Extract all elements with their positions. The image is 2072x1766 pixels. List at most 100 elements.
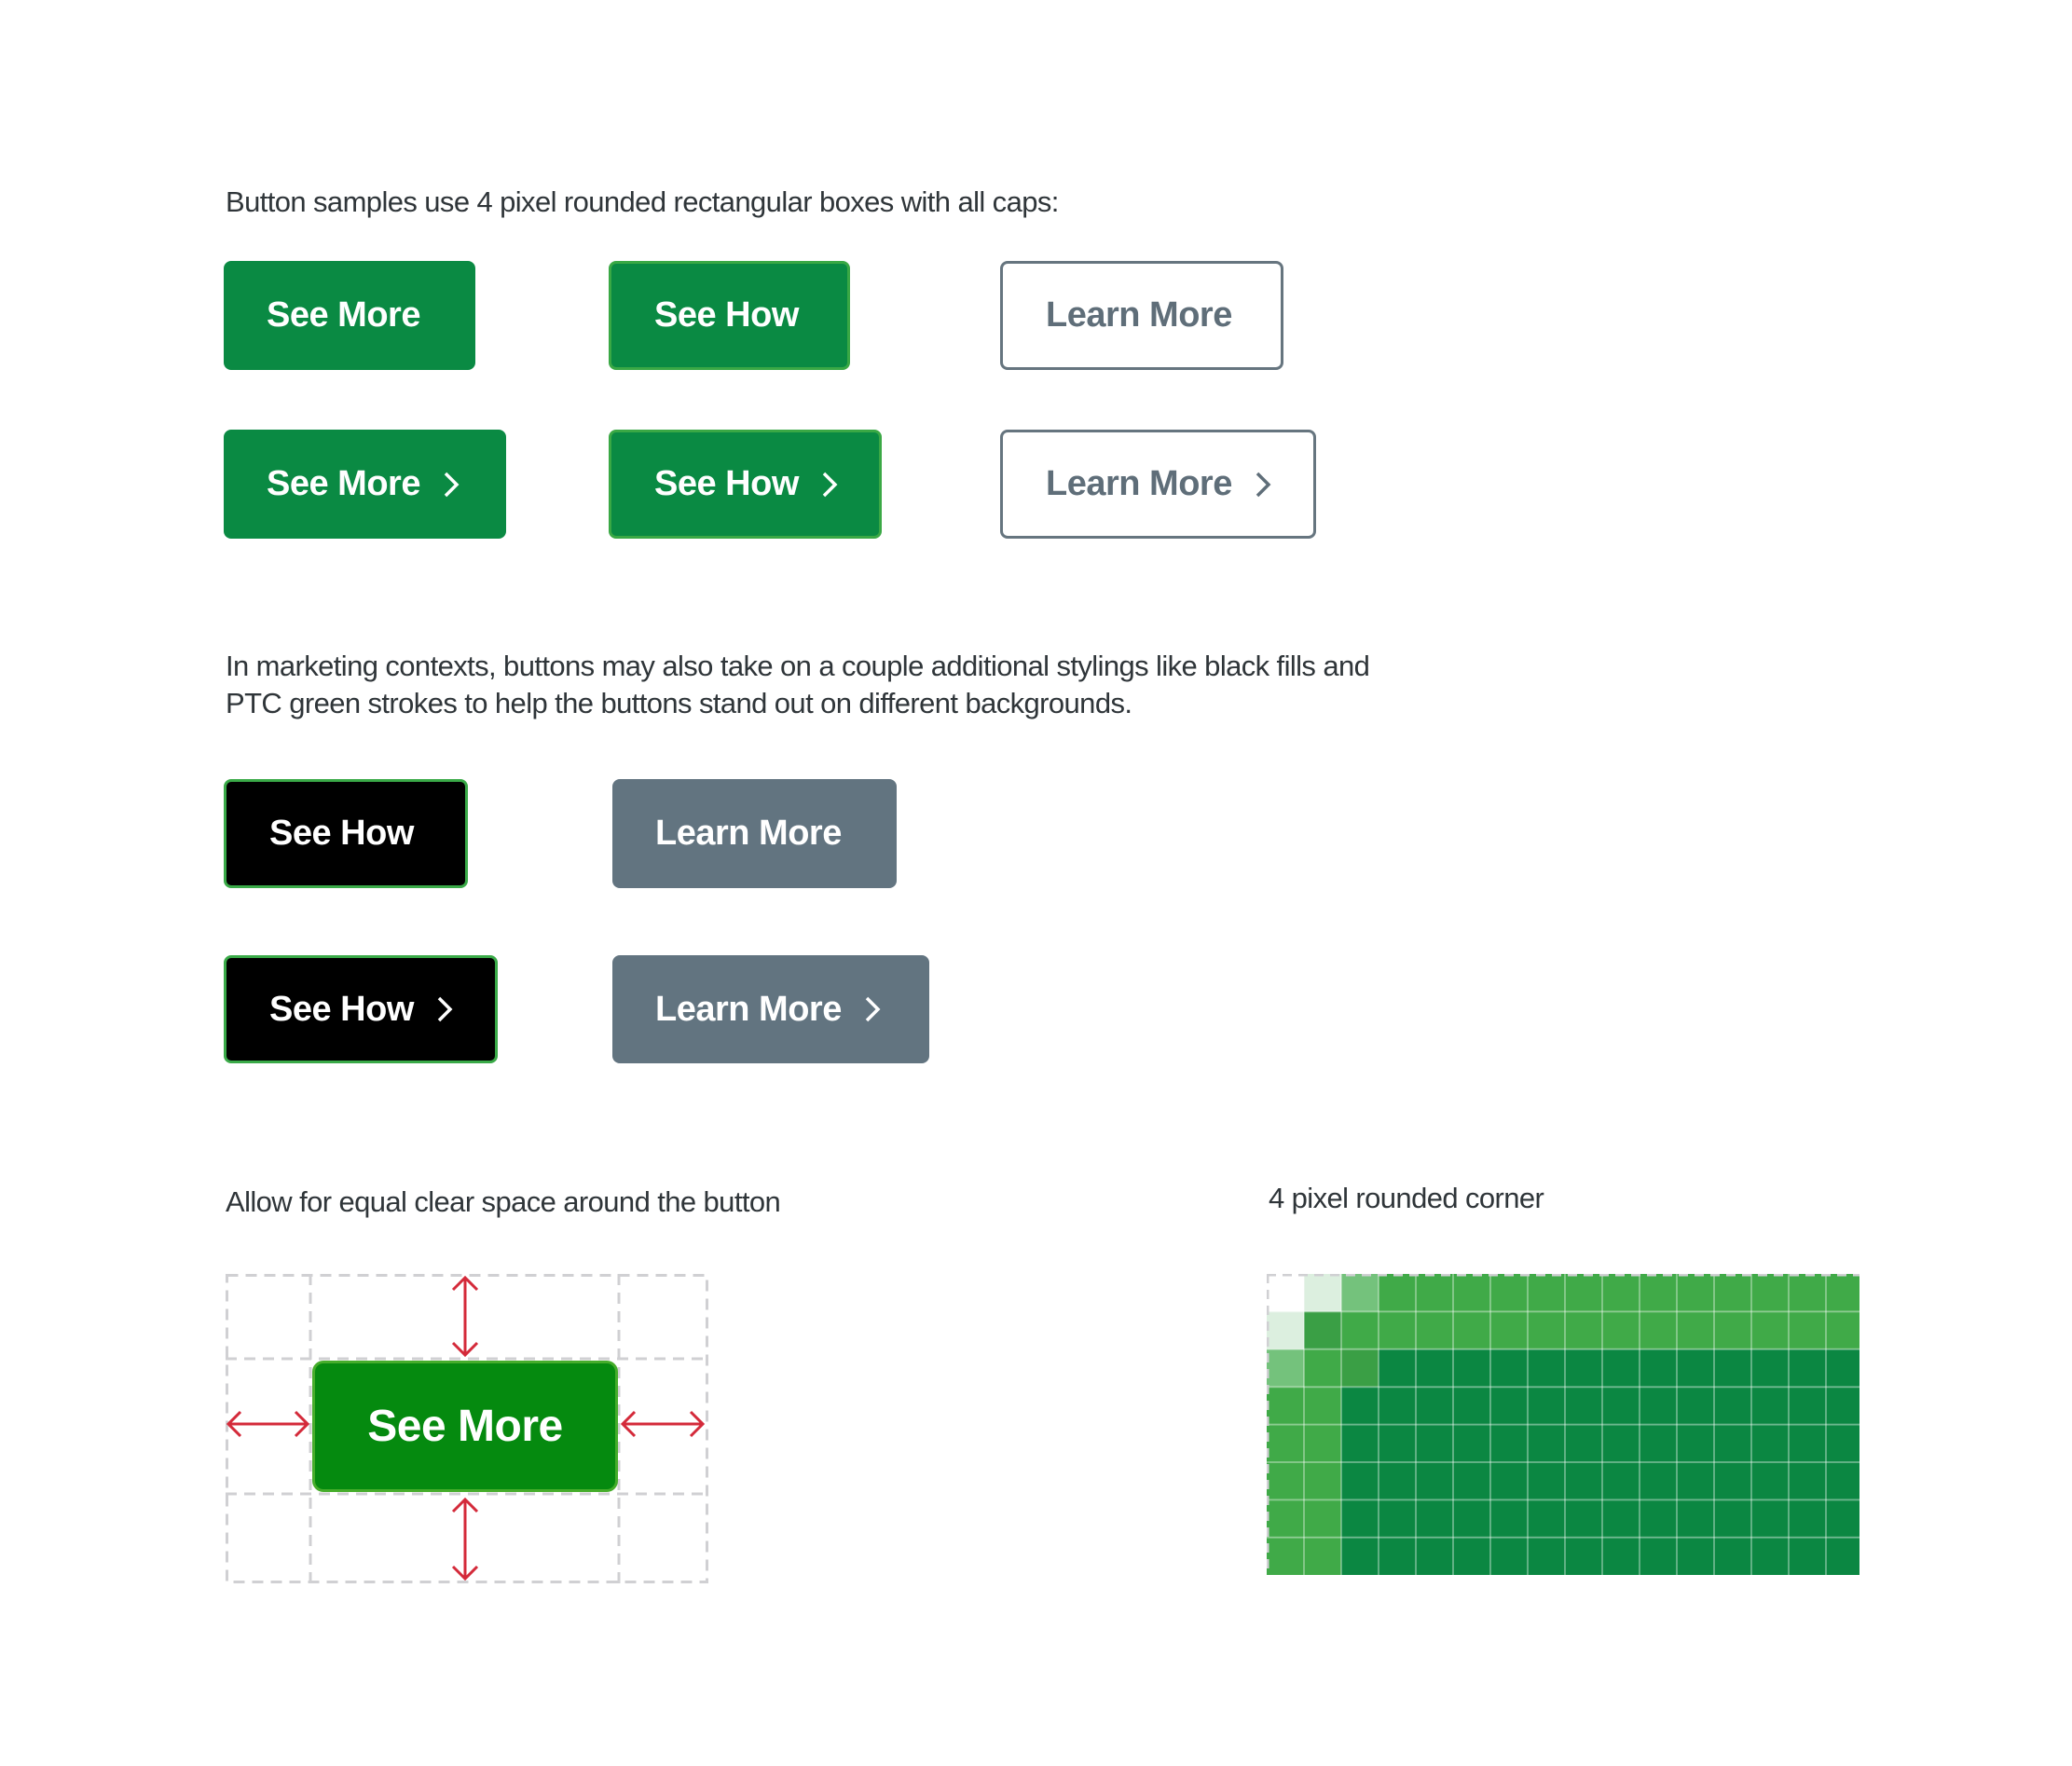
pixel-cell bbox=[1751, 1387, 1789, 1425]
pixel-cell bbox=[1304, 1348, 1341, 1388]
pixel-cell bbox=[1267, 1462, 1304, 1500]
pixel-cell bbox=[1304, 1462, 1341, 1500]
see-how-black-chevron-button[interactable]: See How bbox=[224, 955, 498, 1063]
chevron-right-icon bbox=[434, 995, 455, 1023]
pixel-cell bbox=[1528, 1348, 1565, 1388]
arrow-top-icon bbox=[451, 1275, 479, 1358]
pixel-cell bbox=[1416, 1537, 1453, 1575]
button-label: See More bbox=[367, 1402, 563, 1451]
pixel-cell bbox=[1826, 1311, 1859, 1349]
button-label: See How bbox=[654, 295, 799, 335]
pixel-cell bbox=[1640, 1274, 1677, 1312]
see-how-chevron-button[interactable]: See How bbox=[609, 430, 882, 539]
rounded-corner-caption: 4 pixel rounded corner bbox=[1269, 1182, 1544, 1214]
pixel-cell bbox=[1640, 1462, 1677, 1500]
pixel-cell bbox=[1267, 1274, 1304, 1312]
pixel-cell bbox=[1565, 1537, 1602, 1575]
learn-more-button[interactable]: Learn More bbox=[1000, 261, 1283, 370]
pixel-cell bbox=[1304, 1537, 1341, 1575]
pixel-cell bbox=[1341, 1348, 1379, 1388]
pixel-cell bbox=[1714, 1424, 1751, 1462]
pixel-cell bbox=[1677, 1348, 1714, 1388]
pixel-cell bbox=[1304, 1387, 1341, 1425]
pixel-cell bbox=[1677, 1387, 1714, 1425]
pixel-cell bbox=[1379, 1424, 1416, 1462]
marketing-caption-line2: PTC green strokes to help the buttons st… bbox=[226, 687, 1132, 719]
pixel-cell bbox=[1677, 1424, 1714, 1462]
pixel-cell bbox=[1714, 1462, 1751, 1500]
pixel-cell bbox=[1789, 1462, 1826, 1500]
pixel-cell bbox=[1528, 1499, 1565, 1538]
chevron-right-icon bbox=[1253, 471, 1273, 499]
see-how-black-button[interactable]: See How bbox=[224, 779, 468, 888]
pixel-cell bbox=[1490, 1462, 1528, 1500]
pixel-cell bbox=[1677, 1462, 1714, 1500]
see-more-chevron-button[interactable]: See More bbox=[224, 430, 506, 539]
pixel-cell bbox=[1602, 1499, 1640, 1538]
pixel-cell bbox=[1565, 1499, 1602, 1538]
pixel-cell bbox=[1751, 1424, 1789, 1462]
pixel-cell bbox=[1640, 1387, 1677, 1425]
arrow-right-icon bbox=[620, 1410, 706, 1438]
learn-more-gray-button[interactable]: Learn More bbox=[612, 779, 897, 888]
pixel-cell bbox=[1453, 1462, 1490, 1500]
pixel-cell bbox=[1379, 1311, 1416, 1349]
rounded-corner-pixel-grid bbox=[1267, 1274, 1859, 1575]
pixel-cell bbox=[1677, 1274, 1714, 1312]
pixel-cell bbox=[1677, 1311, 1714, 1349]
pixel-cell bbox=[1490, 1387, 1528, 1425]
pixel-cell bbox=[1528, 1387, 1565, 1425]
learn-more-chevron-button[interactable]: Learn More bbox=[1000, 430, 1316, 539]
pixel-cell bbox=[1416, 1462, 1453, 1500]
pixel-cell bbox=[1416, 1311, 1453, 1349]
pixel-cell bbox=[1453, 1537, 1490, 1575]
marketing-caption-line1: In marketing contexts, buttons may also … bbox=[226, 650, 1370, 682]
button-label: Learn More bbox=[1046, 464, 1232, 503]
pixel-cell bbox=[1416, 1424, 1453, 1462]
pixel-cell bbox=[1789, 1387, 1826, 1425]
pixel-cell bbox=[1602, 1311, 1640, 1349]
pixel-cell bbox=[1565, 1387, 1602, 1425]
pixel-cell bbox=[1714, 1387, 1751, 1425]
pixel-cell bbox=[1267, 1387, 1304, 1425]
pixel-cell bbox=[1565, 1424, 1602, 1462]
arrow-left-icon bbox=[226, 1410, 310, 1438]
button-label: Learn More bbox=[655, 814, 842, 853]
pixel-cell bbox=[1341, 1387, 1379, 1425]
pixel-cell bbox=[1640, 1311, 1677, 1349]
pixel-cell bbox=[1341, 1274, 1379, 1312]
pixel-grid-svg bbox=[1267, 1274, 1859, 1575]
clear-space-caption: Allow for equal clear space around the b… bbox=[226, 1185, 781, 1218]
pixel-cell bbox=[1751, 1462, 1789, 1500]
pixel-cell bbox=[1751, 1537, 1789, 1575]
pixel-cell bbox=[1751, 1311, 1789, 1349]
pixel-cell bbox=[1528, 1462, 1565, 1500]
see-more-button[interactable]: See More bbox=[224, 261, 475, 370]
see-how-button[interactable]: See How bbox=[609, 261, 850, 370]
pixel-cell bbox=[1304, 1311, 1341, 1349]
button-label: See More bbox=[267, 295, 420, 335]
see-more-demo-button[interactable]: See More bbox=[312, 1361, 618, 1492]
pixel-cell bbox=[1602, 1462, 1640, 1500]
pixel-cell bbox=[1341, 1311, 1379, 1349]
chevron-right-icon bbox=[819, 471, 840, 499]
pixel-cell bbox=[1267, 1499, 1304, 1538]
chevron-right-icon bbox=[862, 995, 883, 1023]
pixel-cell bbox=[1490, 1311, 1528, 1349]
pixel-cell bbox=[1789, 1537, 1826, 1575]
pixel-cell bbox=[1826, 1462, 1859, 1500]
pixel-cell bbox=[1677, 1537, 1714, 1575]
pixel-cell bbox=[1826, 1537, 1859, 1575]
pixel-cell bbox=[1602, 1387, 1640, 1425]
pixel-cell bbox=[1826, 1387, 1859, 1425]
pixel-cell bbox=[1751, 1348, 1789, 1388]
pixel-cell bbox=[1304, 1274, 1341, 1312]
pixel-cell bbox=[1714, 1537, 1751, 1575]
button-label: See How bbox=[269, 814, 414, 853]
pixel-cell bbox=[1304, 1499, 1341, 1538]
learn-more-gray-chevron-button[interactable]: Learn More bbox=[612, 955, 929, 1063]
pixel-cell bbox=[1267, 1537, 1304, 1575]
intro-caption: Button samples use 4 pixel rounded recta… bbox=[226, 185, 1059, 218]
pixel-cell bbox=[1490, 1424, 1528, 1462]
pixel-cell bbox=[1379, 1274, 1416, 1312]
